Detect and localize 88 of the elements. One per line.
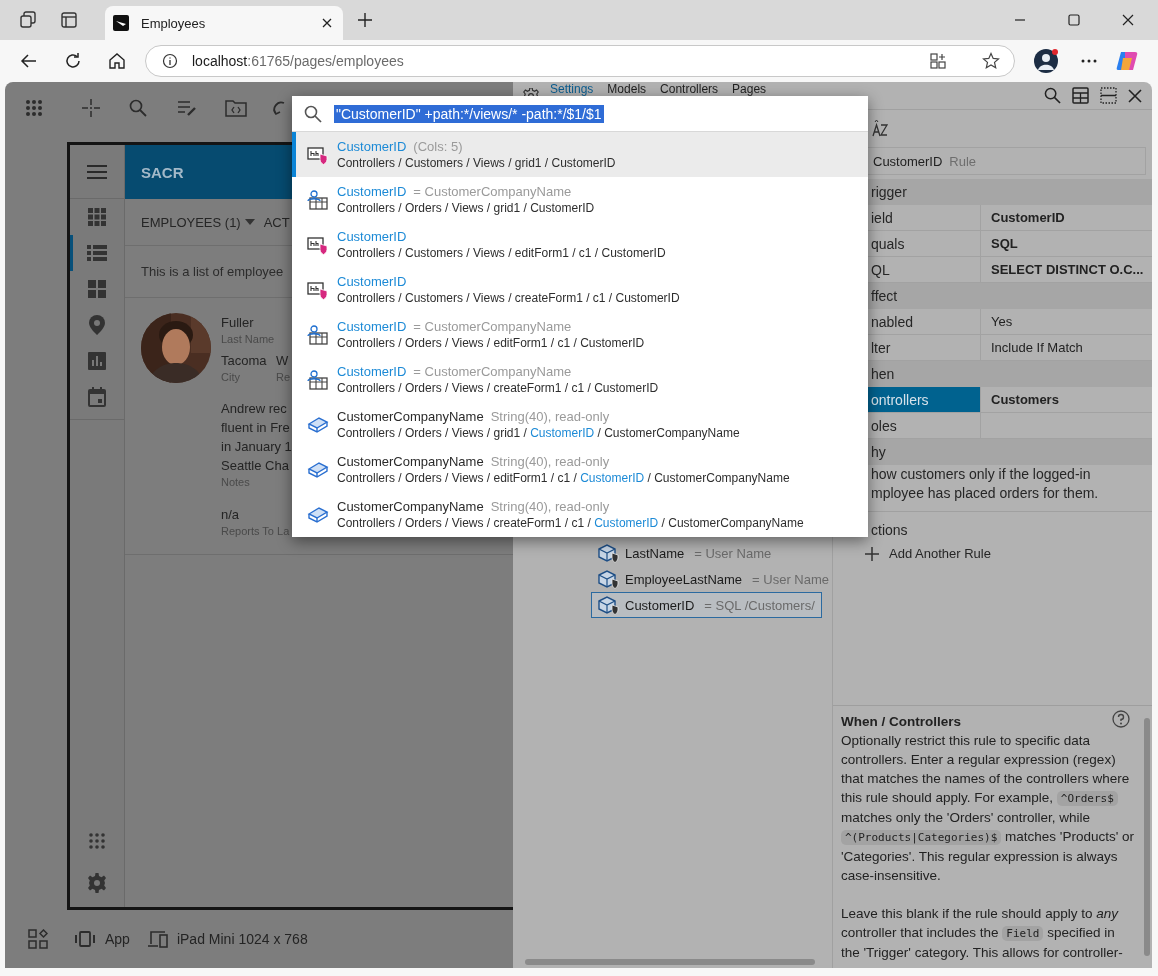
- tree-item[interactable]: CustomerID = SQL /Customers/: [591, 592, 822, 618]
- crosshair-icon[interactable]: [81, 98, 101, 118]
- field-shield-icon: [307, 144, 329, 165]
- apps-icon: [88, 208, 106, 226]
- table-icon[interactable]: [1072, 87, 1089, 104]
- help-icon[interactable]: [1112, 710, 1130, 728]
- description-text: mployee has placed orders for them.: [870, 484, 1100, 503]
- vertical-tabs-icon[interactable]: [61, 12, 77, 28]
- address-field[interactable]: localhost:61765/pages/employees: [145, 45, 1015, 77]
- field-value: W: [276, 352, 290, 370]
- copilot-icon[interactable]: [1115, 50, 1139, 72]
- field-value: Tacoma: [221, 352, 268, 370]
- description-text: This is a list of employee: [141, 264, 284, 279]
- apps-icon[interactable]: [89, 833, 105, 849]
- more-icon[interactable]: [1081, 59, 1097, 63]
- tree-item[interactable]: LastName = User Name: [591, 540, 817, 566]
- designer-tab[interactable]: Controllers: [657, 83, 722, 96]
- add-rule-button[interactable]: Add Another Rule: [865, 546, 991, 571]
- property-value-cell[interactable]: SQL: [981, 231, 1152, 256]
- box-icon: [307, 504, 329, 525]
- device-button[interactable]: iPad Mini 1024 x 768: [147, 930, 308, 948]
- box-shield-icon: [597, 595, 619, 615]
- browser-tab[interactable]: Employees: [105, 6, 343, 40]
- field-shield-icon: [307, 279, 329, 300]
- phone-vibrate-icon: [74, 931, 96, 947]
- search-result[interactable]: CustomerID (Cols: 5) Controllers / Customers / Views / grid1 / CustomerID: [292, 132, 868, 177]
- field-value: Seattle Cha: [221, 457, 290, 475]
- user-table-icon: [307, 324, 329, 345]
- back-icon[interactable]: [20, 52, 38, 70]
- apps-icon[interactable]: [25, 99, 43, 117]
- view-menu[interactable]: EMPLOYEES (1): [141, 214, 255, 230]
- field-value: Fuller: [221, 314, 255, 332]
- designer-tab[interactable]: Models: [604, 83, 650, 96]
- field-shield-icon: [307, 234, 329, 255]
- app-title: SACR: [141, 163, 184, 181]
- site-icon: [113, 15, 129, 31]
- property-value-cell[interactable]: Include If Match: [981, 335, 1152, 360]
- field-value: in January 1: [221, 438, 292, 456]
- calendar-icon: [88, 387, 106, 407]
- field-value: Andrew rec: [221, 400, 288, 418]
- bar-chart-icon: [88, 352, 106, 370]
- search-icon[interactable]: [129, 99, 147, 117]
- info-icon: [162, 53, 178, 69]
- box-shield-icon: [597, 543, 619, 563]
- home-icon[interactable]: [108, 52, 126, 70]
- property-value-cell[interactable]: SELECT DISTINCT O.C...: [981, 257, 1152, 282]
- sort-alpha-icon[interactable]: [871, 118, 889, 137]
- workspaces-icon[interactable]: [19, 11, 37, 29]
- avatar-icon[interactable]: [1033, 48, 1059, 74]
- location-pin-icon: [89, 315, 105, 335]
- close-icon[interactable]: [1122, 14, 1134, 26]
- caret-icon: [244, 219, 255, 225]
- help-text: Optionally restrict this rule to specific data controllers. Enter a regular expression (regex) that matches the names of the controllers where this rule should apply. For example, ^Orders$ matches only the 'Orders' controller, while ^(Products|Categories)$ matches 'Products' or 'Categories'. This regular expression is always case-insensitive.: [841, 732, 1136, 885]
- close-icon[interactable]: [1128, 88, 1142, 103]
- field-value: n/a: [221, 506, 241, 524]
- box-shield-icon: [597, 569, 619, 589]
- app-mode-button[interactable]: App: [74, 931, 130, 947]
- new-tab-icon[interactable]: [357, 12, 373, 28]
- help-text: Leave this blank if the rule should apply to any controller that includes the Field specified in the 'Trigger' category. This allows for controller-: [841, 905, 1124, 962]
- plus-icon: [865, 546, 879, 561]
- description-text: how customers only if the logged-in: [870, 465, 1092, 484]
- user-table-icon: [307, 369, 329, 390]
- list-icon: [87, 244, 107, 262]
- refresh-icon[interactable]: [64, 52, 82, 70]
- dashboard-icon: [88, 280, 106, 298]
- search-icon[interactable]: [1044, 87, 1061, 104]
- designer-tab[interactable]: Pages: [729, 83, 770, 96]
- close-icon[interactable]: [321, 17, 333, 29]
- dotted-grid-icon[interactable]: [1100, 87, 1117, 104]
- star-icon[interactable]: [982, 52, 1000, 70]
- edit-list-icon[interactable]: [177, 99, 197, 117]
- box-icon: [307, 414, 329, 435]
- help-title: When / Controllers: [841, 713, 962, 731]
- devices-icon: [147, 930, 168, 948]
- field-value: fluent in Fre: [221, 419, 291, 437]
- user-table-icon: [307, 189, 329, 210]
- app-add-icon[interactable]: [930, 53, 946, 69]
- property-value-cell[interactable]: Yes: [981, 309, 1152, 334]
- folder-code-icon[interactable]: [225, 99, 247, 117]
- widgets-icon[interactable]: [28, 929, 48, 949]
- property-value-cell[interactable]: Customers: [981, 387, 1152, 412]
- search-icon: [304, 104, 322, 123]
- tree-item[interactable]: EmployeeLastName = User Name: [591, 566, 836, 592]
- maximize-icon[interactable]: [1068, 14, 1080, 26]
- box-icon: [307, 459, 329, 480]
- menu-icon[interactable]: [87, 163, 107, 180]
- actions-menu[interactable]: ACT: [263, 214, 290, 230]
- property-value-cell[interactable]: CustomerID: [981, 205, 1152, 230]
